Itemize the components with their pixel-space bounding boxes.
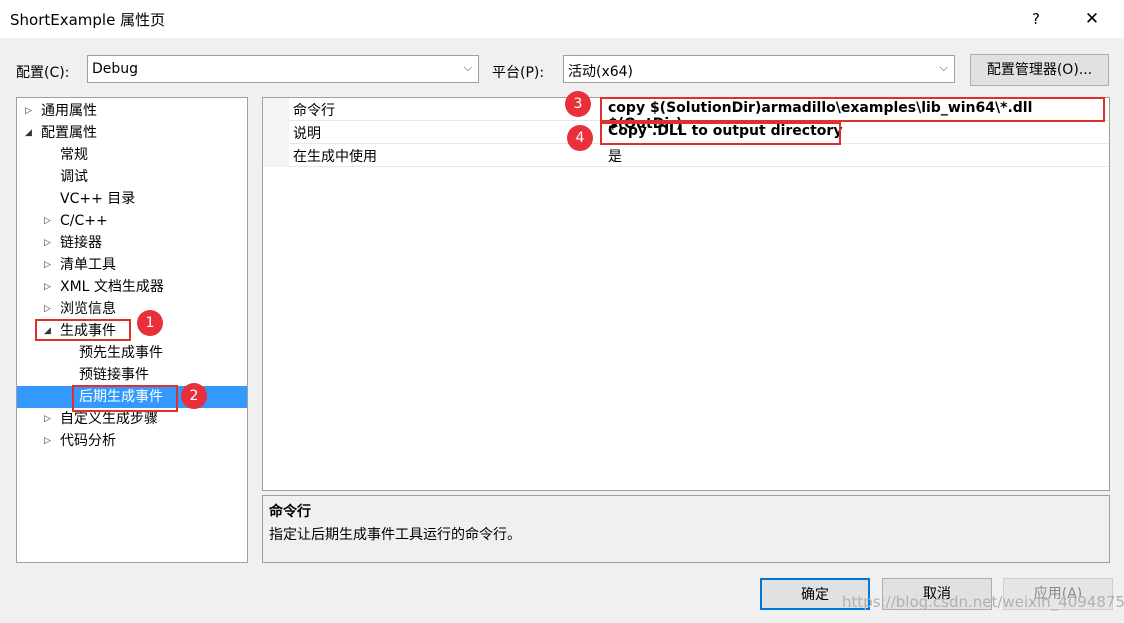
config-manager-button[interactable]: 配置管理器(O)... xyxy=(970,54,1109,86)
tree-item-label: 预链接事件 xyxy=(79,367,149,383)
tree-item-xml-doc-generator[interactable]: ▷ XML 文档生成器 xyxy=(17,276,247,298)
title-bar: ShortExample 属性页 ? ✕ xyxy=(0,0,1124,38)
annotation-box-1 xyxy=(35,319,131,341)
property-name: 在生成中使用 xyxy=(293,149,377,165)
help-button[interactable]: ? xyxy=(1024,6,1048,32)
tree-item-label: 浏览信息 xyxy=(60,301,116,317)
tree-item-pre-build-event[interactable]: 预先生成事件 xyxy=(17,342,247,364)
tree-item-cpp[interactable]: ▷ C/C++ xyxy=(17,210,247,232)
property-name: 说明 xyxy=(293,126,321,142)
tree-item-debugging[interactable]: 调试 xyxy=(17,166,247,188)
row-margin xyxy=(263,121,289,144)
window-title: ShortExample 属性页 xyxy=(10,11,166,29)
tree-item-config-properties[interactable]: ◢ 配置属性 xyxy=(17,122,247,144)
expand-icon[interactable]: ▷ xyxy=(44,408,51,430)
annotation-badge-4: 4 xyxy=(567,125,593,151)
watermark: https://blog.csdn.net/weixin_40948750 xyxy=(842,593,1124,611)
expand-icon[interactable]: ▷ xyxy=(44,232,51,254)
platform-select[interactable]: 活动(x64) ⌵ xyxy=(563,55,955,83)
annotation-badge-3: 3 xyxy=(565,91,591,117)
tree-item-code-analysis[interactable]: ▷ 代码分析 xyxy=(17,430,247,452)
description-panel: 命令行 指定让后期生成事件工具运行的命令行。 xyxy=(262,495,1110,563)
property-value[interactable]: 是 xyxy=(608,146,622,166)
expand-icon[interactable]: ▷ xyxy=(44,254,51,276)
tree-item-label: 清单工具 xyxy=(60,257,116,273)
tree-item-label: XML 文档生成器 xyxy=(60,279,164,295)
tree-item-pre-link-event[interactable]: 预链接事件 xyxy=(17,364,247,386)
tree-item-label: C/C++ xyxy=(60,213,108,229)
property-name: 命令行 xyxy=(293,103,335,119)
expand-icon[interactable]: ▷ xyxy=(25,100,32,122)
tree-item-general[interactable]: 常规 xyxy=(17,144,247,166)
tree-item-common-properties[interactable]: ▷ 通用属性 xyxy=(17,100,247,122)
platform-label: 平台(P): xyxy=(492,65,545,81)
tree-item-label: 预先生成事件 xyxy=(79,345,163,361)
tree-item-label: 通用属性 xyxy=(41,103,97,119)
grid-row-use-in-build[interactable]: 在生成中使用 是 xyxy=(263,144,1109,167)
expand-icon[interactable]: ▷ xyxy=(44,276,51,298)
tree-item-label: 常规 xyxy=(60,147,88,163)
chevron-down-icon: ⌵ xyxy=(939,61,948,74)
platform-select-value: 活动(x64) xyxy=(568,64,634,80)
config-select[interactable]: Debug ⌵ xyxy=(87,55,479,83)
row-margin xyxy=(263,98,289,121)
property-grid[interactable]: 命令行 copy $(SolutionDir)armadillo\example… xyxy=(262,97,1110,491)
annotation-box-3 xyxy=(600,97,1105,122)
expand-icon[interactable]: ▷ xyxy=(44,298,51,320)
annotation-badge-1: 1 xyxy=(137,310,163,336)
close-button[interactable]: ✕ xyxy=(1078,6,1106,32)
chevron-down-icon: ⌵ xyxy=(463,61,472,74)
config-label: 配置(C): xyxy=(16,65,70,81)
tree-item-label: VC++ 目录 xyxy=(60,191,136,207)
config-select-value: Debug xyxy=(92,61,139,77)
expand-icon[interactable]: ▷ xyxy=(44,430,51,452)
annotation-box-2 xyxy=(72,385,178,412)
description-title: 命令行 xyxy=(269,504,311,520)
row-margin xyxy=(263,144,289,167)
collapse-icon[interactable]: ◢ xyxy=(25,122,32,144)
tree-item-label: 调试 xyxy=(60,169,88,185)
tree-item-label: 配置属性 xyxy=(41,125,97,141)
description-text: 指定让后期生成事件工具运行的命令行。 xyxy=(269,527,521,543)
tree-item-label: 代码分析 xyxy=(60,433,116,449)
tree-item-label: 链接器 xyxy=(60,235,102,251)
tree-item-linker[interactable]: ▷ 链接器 xyxy=(17,232,247,254)
tree-item-manifest-tool[interactable]: ▷ 清单工具 xyxy=(17,254,247,276)
tree-item-vc-directories[interactable]: VC++ 目录 xyxy=(17,188,247,210)
annotation-box-4 xyxy=(600,122,841,145)
annotation-badge-2: 2 xyxy=(181,383,207,409)
expand-icon[interactable]: ▷ xyxy=(44,210,51,232)
tree-item-browse-info[interactable]: ▷ 浏览信息 xyxy=(17,298,247,320)
